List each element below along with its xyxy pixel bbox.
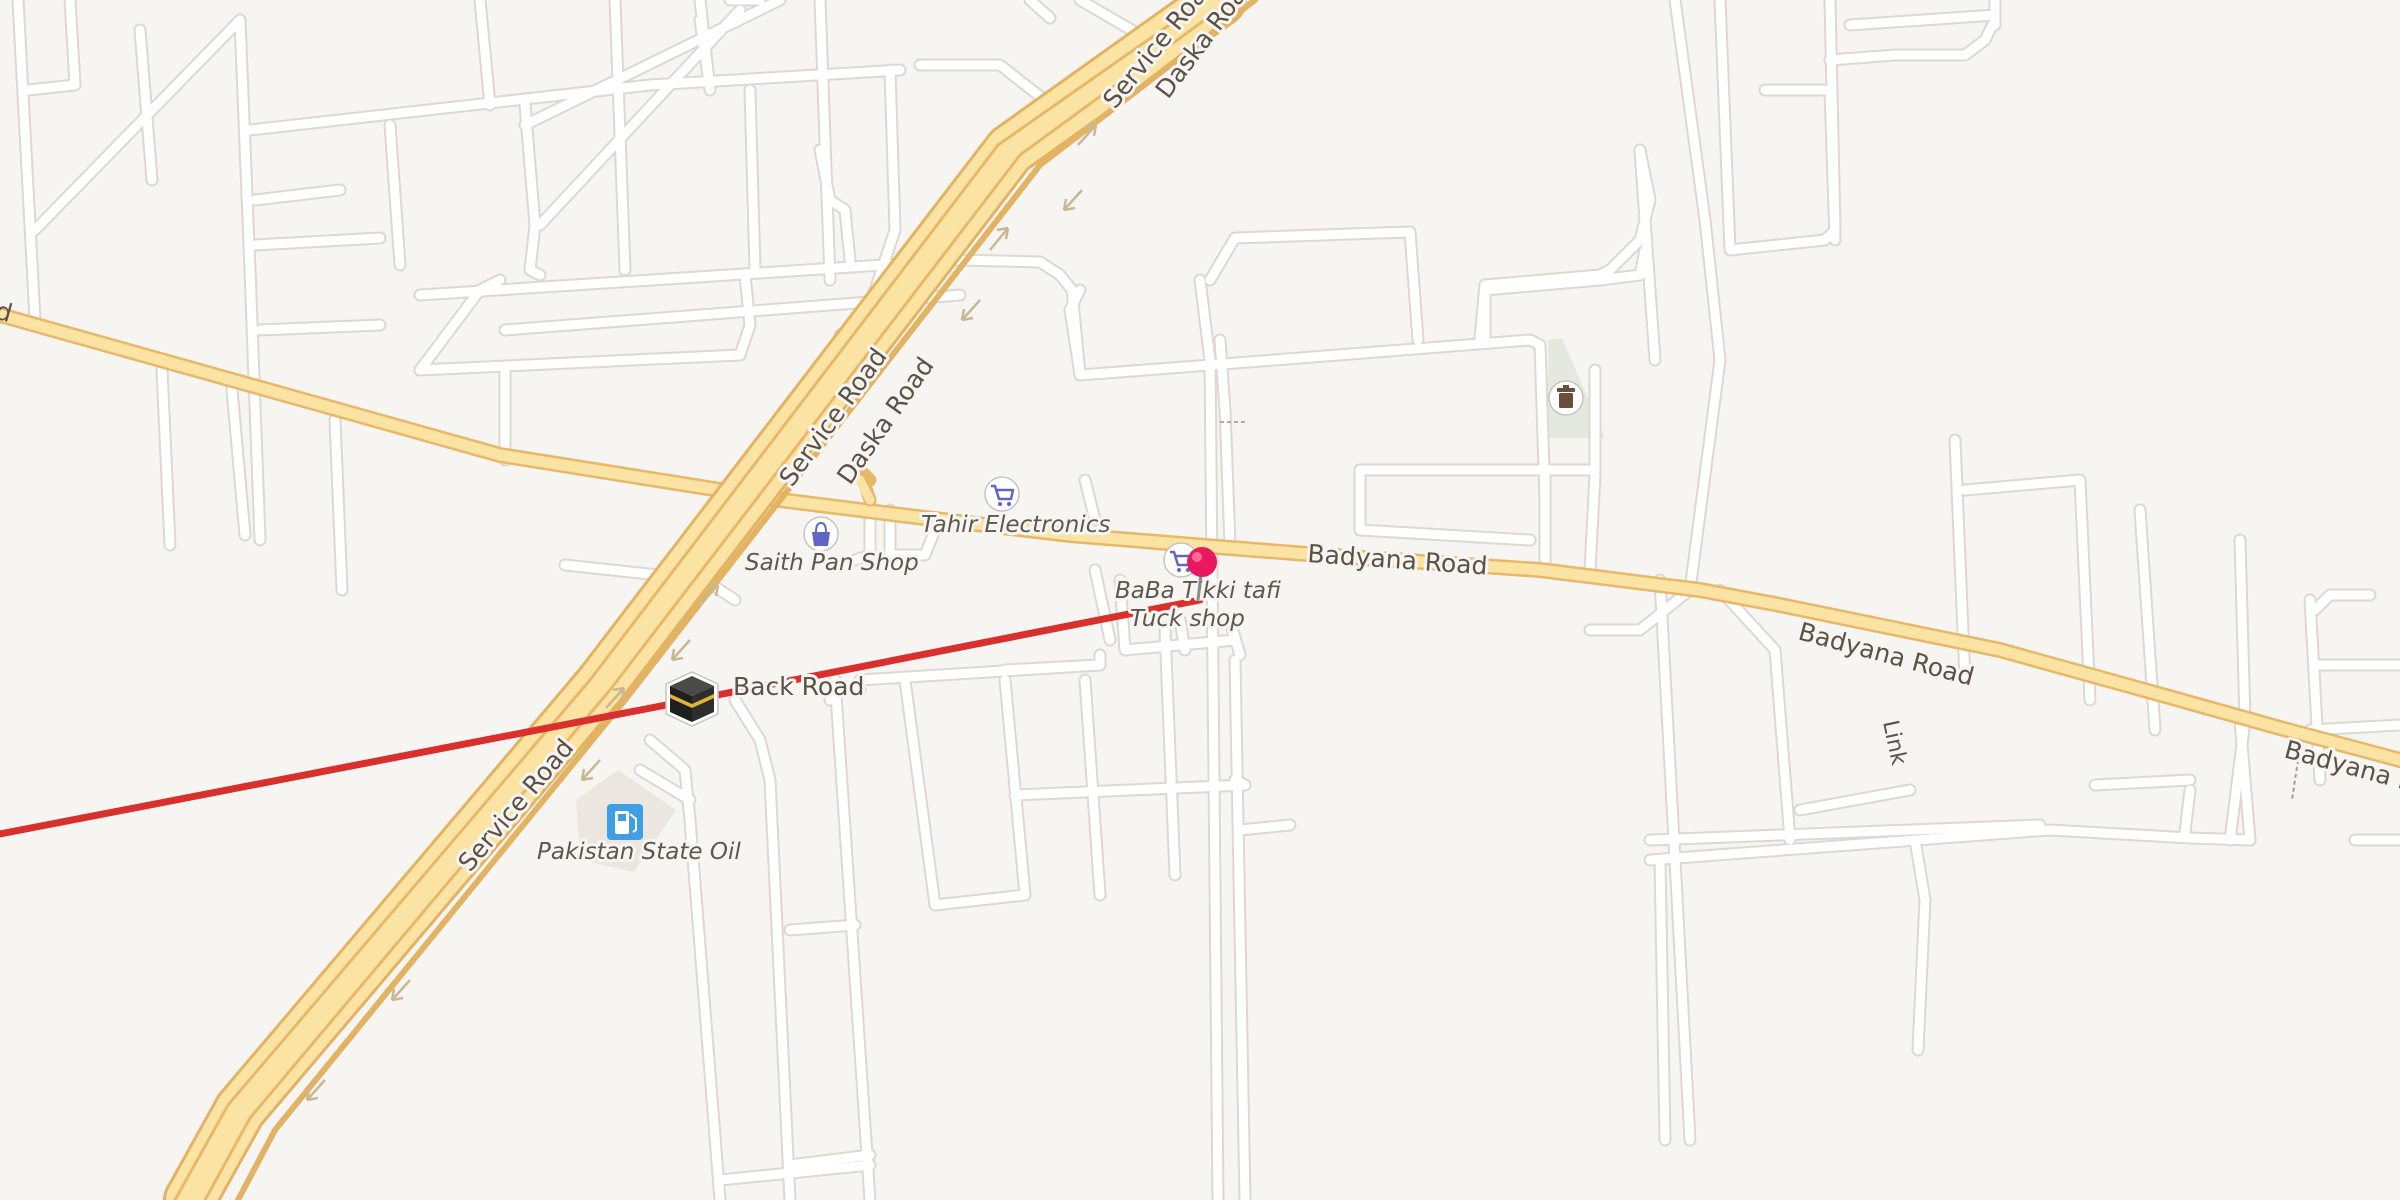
map-canvas[interactable]: Service Road Service Road Daska Road Das…	[0, 0, 2400, 1200]
map-layer[interactable]: Service Road Service Road Daska Road Das…	[0, 0, 2400, 1200]
fuel-pump-icon[interactable]	[607, 804, 643, 840]
shopping-bag-icon[interactable]	[803, 516, 839, 552]
poi-label: Tahir Electronics	[921, 512, 1110, 538]
back-road-label: Back Road	[733, 672, 864, 701]
shopping-cart-icon[interactable]	[984, 476, 1020, 512]
poi-label: Tuck shop	[1130, 606, 1245, 632]
poi-label: Pakistan State Oil	[537, 839, 741, 865]
kaaba-icon[interactable]	[665, 671, 719, 727]
poi-label: Saith Pan Shop	[745, 550, 919, 576]
poi-cemetery[interactable]	[1548, 380, 1584, 416]
trash-bin-icon[interactable]	[1548, 380, 1584, 416]
